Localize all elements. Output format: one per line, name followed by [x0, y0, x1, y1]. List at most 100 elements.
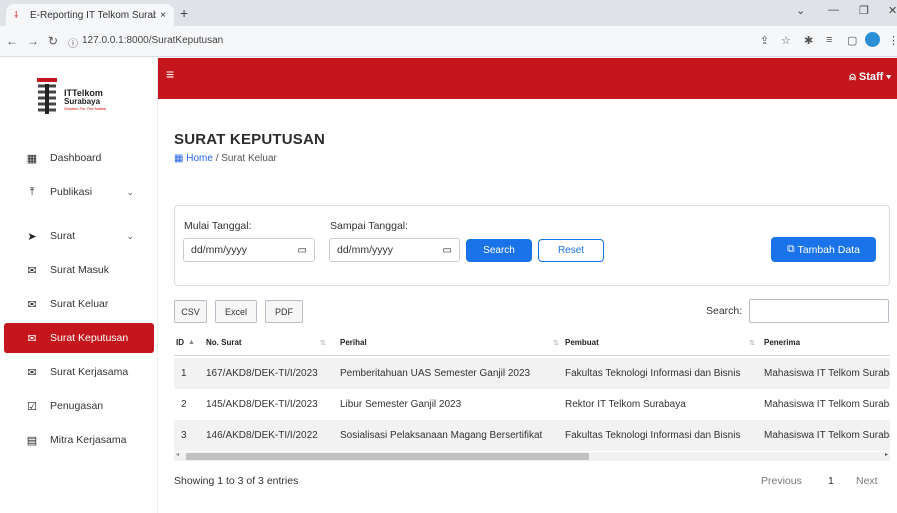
start-date-input[interactable]: dd/mm/yyyy ▭ [183, 238, 315, 262]
tab-title: E-Reporting IT Telkom Surabaya [30, 9, 157, 21]
close-window-icon[interactable]: ✕ [888, 4, 897, 17]
back-icon[interactable]: ← [6, 34, 18, 48]
column-header-id[interactable]: ID ▲ [176, 330, 202, 355]
url-field[interactable]: 127.0.0.1:8000/SuratKeputusan [82, 35, 223, 46]
send-icon: ➤ [27, 230, 37, 243]
export-excel-button[interactable]: Excel [215, 300, 257, 323]
reload-icon[interactable]: ↻ [48, 34, 58, 48]
end-date-value: dd/mm/yyyy [337, 244, 394, 256]
table-row[interactable]: 1 167/AKD8/DEK-TI/I/2023 Pemberitahuan U… [174, 358, 890, 389]
share-icon[interactable]: ⇪ [760, 34, 769, 47]
grid-icon: ▦ [26, 152, 38, 165]
column-header-label: Perihal [340, 338, 367, 347]
new-tab-button[interactable]: + [180, 5, 188, 21]
end-date-label: Sampai Tanggal: [330, 220, 409, 232]
chevron-down-icon: ⌄ [126, 230, 134, 241]
page-title: SURAT KEPUTUSAN [174, 131, 326, 148]
chevron-down-icon: ⌄ [126, 186, 134, 197]
brand-logo[interactable]: ITTelkom Surabaya Solution For The Natio… [34, 72, 124, 120]
pagination-next[interactable]: Next [856, 475, 878, 487]
itts-logo-mark-icon [37, 78, 57, 114]
start-date-label: Mulai Tanggal: [184, 220, 252, 232]
scrollbar-thumb[interactable] [186, 453, 589, 460]
mail-open-icon: ✉ [27, 332, 37, 345]
export-pdf-button[interactable]: PDF [265, 300, 303, 323]
calendar-icon[interactable]: ▭ [298, 245, 307, 256]
search-button[interactable]: Search [466, 239, 532, 262]
column-header-label: ID [176, 338, 184, 347]
table-row[interactable]: 3 146/AKD8/DEK-TI/I/2022 Sosialisasi Pel… [174, 420, 890, 451]
tab-search-icon[interactable]: ⌄ [796, 4, 805, 17]
sidebar-item-surat-masuk[interactable]: ✉ Surat Masuk [4, 255, 154, 285]
column-header-pembuat[interactable]: Pembuat [565, 330, 745, 355]
reset-button[interactable]: Reset [538, 239, 604, 262]
cell-no-surat: 145/AKD8/DEK-TI/I/2023 [206, 399, 318, 410]
calendar-icon[interactable]: ▭ [443, 245, 452, 256]
mail-icon: ✉ [27, 366, 37, 379]
column-header-penerima[interactable]: Penerima [764, 330, 890, 355]
sidebar-item-label: Dashboard [50, 152, 102, 164]
forward-icon[interactable]: → [27, 34, 39, 48]
sidebar-item-penugasan[interactable]: ☑ Penugasan [4, 391, 154, 421]
grid-icon: ▦ [174, 153, 187, 164]
sort-icon: ⇅ [553, 340, 559, 347]
hamburger-menu-icon[interactable]: ≡ [166, 66, 174, 82]
cell-perihal: Libur Semester Ganjil 2023 [340, 399, 462, 410]
clipboard-check-icon: ☑ [27, 400, 37, 413]
browser-menu-icon[interactable]: ⋮ [888, 34, 897, 47]
scroll-left-icon[interactable]: ◂ [176, 451, 179, 458]
tab-close-icon[interactable]: × [160, 10, 166, 21]
minimize-icon[interactable]: — [828, 4, 839, 16]
table-horizontal-scrollbar[interactable]: ◂ ▸ [174, 452, 890, 461]
add-data-label: Tambah Data [797, 243, 860, 256]
scroll-right-icon[interactable]: ▸ [885, 451, 888, 458]
sidebar-item-publikasi[interactable]: ⤒ Publikasi ⌄ [4, 177, 154, 207]
address-bar: ← → ↻ ⓘ 127.0.0.1:8000/SuratKeputusan ⇪ … [0, 26, 897, 57]
cell-penerima: Mahasiswa IT Telkom Surabaya [764, 368, 890, 379]
user-icon: ⍝ [849, 71, 859, 83]
bookmark-star-icon[interactable]: ☆ [781, 34, 791, 47]
add-data-button[interactable]: ⧉ Tambah Data [771, 237, 876, 262]
side-panel-icon[interactable]: ▢ [847, 34, 857, 47]
sidebar-item-label: Surat Masuk [50, 264, 109, 276]
breadcrumb-home[interactable]: ▦ Home [174, 153, 213, 164]
table-search-input[interactable] [749, 299, 889, 323]
cell-no-surat: 167/AKD8/DEK-TI/I/2023 [206, 368, 318, 379]
mail-out-icon: ✉ [27, 298, 37, 311]
table-info: Showing 1 to 3 of 3 entries [174, 475, 299, 487]
sidebar-item-surat[interactable]: ➤ Surat ⌄ [4, 221, 154, 251]
cell-penerima: Mahasiswa IT Telkom Surabaya [764, 430, 890, 441]
pagination-previous[interactable]: Previous [761, 475, 802, 487]
cell-id: 1 [181, 368, 187, 379]
sidebar-item-dashboard[interactable]: ▦ Dashboard [4, 143, 154, 173]
end-date-input[interactable]: dd/mm/yyyy ▭ [329, 238, 460, 262]
id-card-icon: ▤ [26, 434, 38, 447]
table-header-row: ID ▲ No. Surat ⇅ Perihal ⇅ Pembuat ⇅ Pene… [174, 330, 890, 356]
brand-tagline: Solution For The Nation [64, 106, 107, 111]
reading-list-icon[interactable]: ≡ [826, 34, 832, 46]
sidebar: ITTelkom Surabaya Solution For The Natio… [0, 58, 158, 513]
cell-penerima: Mahasiswa IT Telkom Surabaya [764, 399, 890, 410]
site-info-icon[interactable]: ⓘ [68, 35, 78, 50]
sidebar-item-surat-kerjasama[interactable]: ✉ Surat Kerjasama [4, 357, 154, 387]
sidebar-item-mitra-kerjasama[interactable]: ▤ Mitra Kerjasama [4, 425, 154, 455]
table-row[interactable]: 2 145/AKD8/DEK-TI/I/2023 Libur Semester … [174, 389, 890, 420]
column-header-no-surat[interactable]: No. Surat [206, 330, 316, 355]
browser-tab[interactable]: ⸸ E-Reporting IT Telkom Surabaya × [6, 4, 174, 26]
export-csv-button[interactable]: CSV [174, 300, 207, 323]
column-header-perihal[interactable]: Perihal [340, 330, 540, 355]
cell-pembuat: Rektor IT Telkom Surabaya [565, 399, 686, 410]
sidebar-item-label: Mitra Kerjasama [50, 434, 127, 446]
column-header-label: Pembuat [565, 338, 599, 347]
user-menu[interactable]: ⍝ Staff ▾ [849, 71, 891, 84]
profile-avatar[interactable] [865, 32, 880, 47]
sort-icon: ⇅ [749, 340, 755, 347]
maximize-icon[interactable]: ❐ [859, 4, 869, 17]
extensions-icon[interactable]: ✱ [804, 34, 813, 47]
mail-icon: ✉ [27, 264, 37, 277]
sidebar-item-surat-keluar[interactable]: ✉ Surat Keluar [4, 289, 154, 319]
browser-tab-bar: ⸸ E-Reporting IT Telkom Surabaya × + ⌄ —… [0, 0, 897, 26]
sidebar-item-surat-keputusan[interactable]: ✉ Surat Keputusan [4, 323, 154, 353]
breadcrumb-home-label: Home [186, 153, 213, 164]
pagination-page-1[interactable]: 1 [828, 475, 834, 487]
